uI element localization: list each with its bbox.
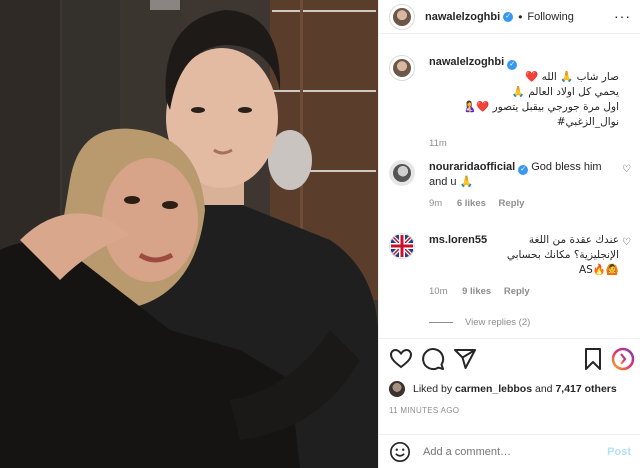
caption-line: اول مرة جورجي بيقبل يتصور ❤️🤱 xyxy=(463,101,619,113)
following-button[interactable]: Following xyxy=(527,11,573,23)
comments-list: nawalelzoghbi ✓ صار شاب 🙏 الله ❤️ يحمي كل… xyxy=(379,35,640,337)
view-replies-button[interactable]: View replies (2) xyxy=(429,317,530,328)
comment-meta: 9m 6 likes Reply xyxy=(429,196,619,211)
comment-text: 🙆🔥AS xyxy=(578,264,619,276)
liked-by-and: and xyxy=(535,383,553,395)
caption-hashtag[interactable]: نوال_الزغبي# xyxy=(429,115,619,130)
comment-first-line: ms.loren55 عندك عقدة من اللغة xyxy=(429,233,619,248)
comment-time: 10m xyxy=(429,286,448,297)
photo-illustration xyxy=(0,0,378,468)
avatar-image xyxy=(393,59,411,77)
comment-likes[interactable]: 6 likes xyxy=(457,198,486,209)
comment-like-heart-icon[interactable]: ♡ xyxy=(622,237,631,248)
header-user: nawalelzoghbi ✓ • Following xyxy=(425,10,574,24)
add-comment-bar: Post xyxy=(379,434,640,468)
post-photo[interactable] xyxy=(0,0,378,468)
comment-icon[interactable] xyxy=(421,347,445,371)
avatar-image xyxy=(389,381,405,397)
caption-line: يحمي كل اولاد العالم 🙏 xyxy=(511,86,619,98)
comment-text: عندك عقدة من اللغة xyxy=(528,234,619,246)
comment-time: 9m xyxy=(429,198,443,209)
comment-meta: 10m 9 likes Reply xyxy=(429,284,619,299)
header-separator: • xyxy=(518,9,523,24)
igtv-icon[interactable] xyxy=(611,347,635,371)
caption-time: 11m xyxy=(429,138,447,149)
caption-username[interactable]: nawalelzoghbi xyxy=(429,56,504,68)
heart-icon[interactable] xyxy=(389,347,413,371)
reply-button[interactable]: Reply xyxy=(499,198,525,209)
action-bar xyxy=(379,338,640,378)
uk-flag-icon xyxy=(391,235,413,257)
avatar[interactable] xyxy=(389,233,415,259)
liked-by-user[interactable]: carmen_lebbos xyxy=(455,383,532,395)
verified-icon: ✓ xyxy=(518,165,529,175)
comment-username-part: nourarida xyxy=(429,161,480,173)
avatar-image xyxy=(393,7,411,26)
share-icon[interactable] xyxy=(453,347,477,371)
liked-by-prefix: Liked by xyxy=(413,383,453,395)
post-timestamp[interactable]: 11 MINUTES AGO xyxy=(389,406,459,415)
comment-body: nouraridaofficial ✓ God bless him and u 🙏… xyxy=(429,160,619,211)
liked-by: Liked by carmen_lebbos and 7,417 others xyxy=(389,381,617,397)
comment-username[interactable]: ms.loren55 xyxy=(429,233,487,248)
comment-username-suffix: official xyxy=(479,161,516,173)
add-comment-input[interactable] xyxy=(423,445,608,458)
caption-line: صار شاب 🙏 الله ❤️ xyxy=(525,71,619,83)
avatar[interactable] xyxy=(389,55,415,81)
comment-likes[interactable]: 9 likes xyxy=(462,286,491,297)
comment-like-heart-icon[interactable]: ♡ xyxy=(622,164,631,175)
avatar[interactable] xyxy=(389,3,415,30)
avatar[interactable] xyxy=(389,381,405,397)
post-sidebar: nawalelzoghbi ✓ • Following ··· nawalelz… xyxy=(378,0,640,468)
comment-text: الإنجليزية؟ مكانك بحسابي xyxy=(506,249,619,261)
post-header: nawalelzoghbi ✓ • Following ··· xyxy=(379,0,640,34)
emoji-icon[interactable] xyxy=(389,441,411,463)
avatar[interactable] xyxy=(389,160,415,186)
view-replies-label: View replies (2) xyxy=(465,317,531,328)
view-replies-line xyxy=(429,322,453,323)
bookmark-icon[interactable] xyxy=(581,347,605,371)
comment-username[interactable]: nouraridaofficial xyxy=(429,161,515,173)
verified-icon: ✓ xyxy=(507,60,518,70)
post-comment-button[interactable]: Post xyxy=(607,446,631,458)
instagram-post: nawalelzoghbi ✓ • Following ··· nawalelz… xyxy=(0,0,640,468)
header-username[interactable]: nawalelzoghbi xyxy=(425,11,500,23)
verified-icon: ✓ xyxy=(503,11,514,22)
avatar-image xyxy=(393,164,411,182)
caption-meta: 11m xyxy=(429,136,619,151)
reply-button[interactable]: Reply xyxy=(504,286,530,297)
liked-by-others[interactable]: 7,417 others xyxy=(555,383,616,395)
more-options-icon[interactable]: ··· xyxy=(614,8,631,24)
comment-body: ms.loren55 عندك عقدة من اللغة الإنجليزية… xyxy=(429,233,619,299)
caption-body: nawalelzoghbi ✓ صار شاب 🙏 الله ❤️ يحمي كل… xyxy=(429,55,619,151)
